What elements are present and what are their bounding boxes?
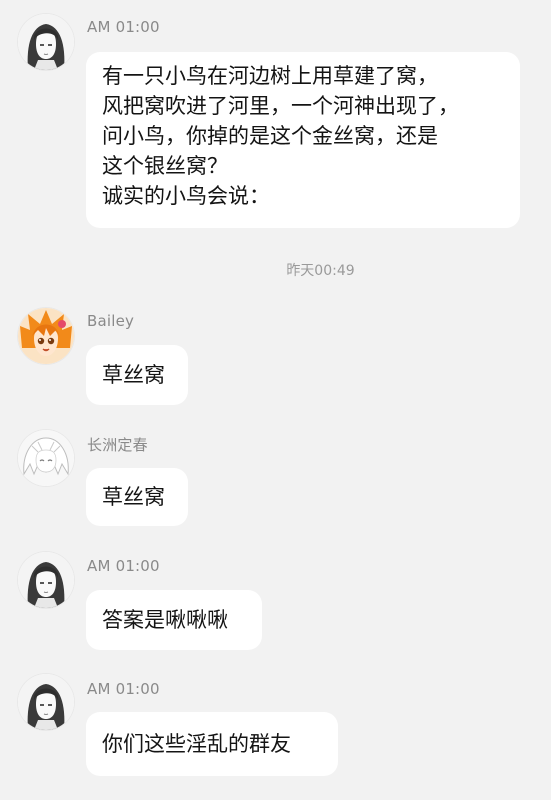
avatar[interactable]: [18, 14, 74, 70]
time-divider: 昨天00:49: [0, 260, 551, 280]
anime-girl-sketch-icon: [18, 14, 74, 70]
avatar[interactable]: [18, 552, 74, 608]
sender-name: 长洲定春: [87, 436, 148, 454]
message-bubble[interactable]: 你们这些淫乱的群友: [86, 712, 338, 776]
time-divider-text: 昨天00:49: [286, 263, 355, 279]
message-text-line: 草丝窝: [102, 363, 165, 387]
message-text-line: 这个银丝窝？: [102, 154, 228, 178]
avatar[interactable]: [18, 308, 74, 364]
sender-name: AM 01:00: [87, 557, 160, 575]
message-bubble[interactable]: 有一只小鸟在河边树上用草建了窝， 风把窝吹进了河里，一个河神出现了， 问小鸟，你…: [86, 52, 520, 228]
white-hair-sketch-icon: [18, 430, 74, 486]
message-bubble[interactable]: 答案是啾啾啾: [86, 590, 262, 650]
chat-view: AM 01:00 有一只小鸟在河边树上用草建了窝， 风把窝吹进了河里，一个河神出…: [0, 0, 551, 800]
message-text-line: 有一只小鸟在河边树上用草建了窝，: [102, 64, 438, 88]
anime-girl-sketch-icon: [18, 674, 74, 730]
message-bubble[interactable]: 草丝窝: [86, 468, 188, 526]
anime-girl-sketch-icon: [18, 552, 74, 608]
sender-name: AM 01:00: [87, 18, 160, 36]
orange-hair-anime-icon: [18, 308, 74, 364]
sender-name: AM 01:00: [87, 680, 160, 698]
message-text-line: 你们这些淫乱的群友: [102, 732, 291, 756]
avatar[interactable]: [18, 674, 74, 730]
message-text-line: 诚实的小鸟会说：: [102, 184, 270, 208]
sender-name: Bailey: [87, 312, 135, 330]
message-text-line: 风把窝吹进了河里，一个河神出现了，: [102, 94, 459, 118]
avatar[interactable]: [18, 430, 74, 486]
message-text-line: 草丝窝: [102, 485, 165, 509]
message-text-line: 答案是啾啾啾: [102, 608, 228, 632]
message-text-line: 问小鸟，你掉的是这个金丝窝，还是: [102, 124, 438, 148]
message-bubble[interactable]: 草丝窝: [86, 345, 188, 405]
